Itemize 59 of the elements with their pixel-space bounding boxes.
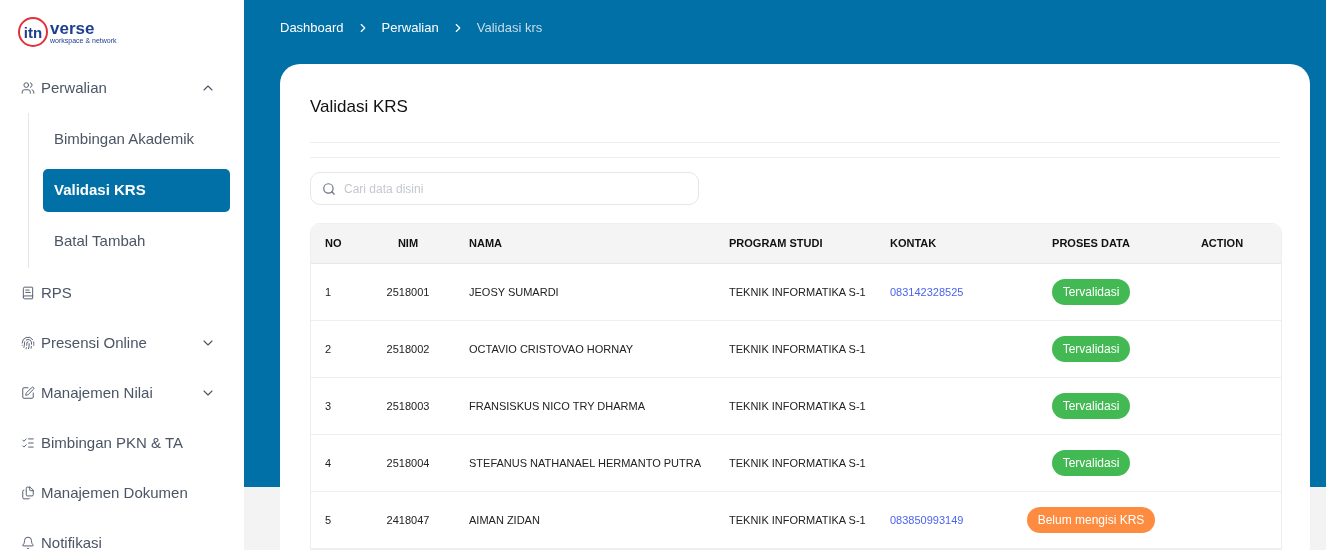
- logo-name: verse: [50, 20, 96, 37]
- table-cell-text: TEKNIK INFORMATIKA S-1: [729, 398, 867, 414]
- status-badge: Tervalidasi: [1051, 393, 1131, 419]
- edit-icon: [21, 386, 35, 400]
- table-cell-text: OCTAVIO CRISTOVAO HORNAY: [468, 341, 634, 357]
- sidebar-subitem[interactable]: Validasi KRS: [43, 169, 230, 212]
- search-icon: [322, 182, 336, 196]
- table-cell-text: 2418047: [385, 512, 431, 528]
- table-cell-text: 3: [324, 398, 333, 414]
- table-cell-text: STEFANUS NATHANAEL HERMANTO PUTRA: [468, 455, 703, 471]
- breadcrumb-link[interactable]: Validasi krs: [476, 17, 543, 38]
- book-icon: [21, 286, 35, 300]
- column-header: PROSES DATA: [1051, 236, 1131, 252]
- bell-icon: [21, 536, 35, 550]
- status-badge: Tervalidasi: [1051, 279, 1131, 305]
- logo-mark: itn: [18, 17, 48, 47]
- sidebar-item[interactable]: Manajemen Nilai: [0, 368, 244, 418]
- table-cell-text: TEKNIK INFORMATIKA S-1: [729, 455, 867, 471]
- table-cell-text: 4: [324, 455, 333, 471]
- table-cell-text: TEKNIK INFORMATIKA S-1: [729, 284, 867, 300]
- column-header: ACTION: [1199, 236, 1245, 252]
- documents-icon: [21, 486, 35, 500]
- column-header: NO: [324, 236, 343, 252]
- search-field[interactable]: Cari data disini: [310, 172, 699, 205]
- sidebar-item[interactable]: Perwalian: [0, 63, 244, 113]
- sidebar-item[interactable]: Presensi Online: [0, 318, 244, 368]
- sidebar-item[interactable]: Notifikasi: [0, 518, 244, 550]
- table-cell-text: JEOSY SUMARDI: [468, 284, 560, 300]
- table-cell-text: 5: [324, 512, 333, 528]
- checklist-icon: [21, 436, 35, 450]
- breadcrumb-link[interactable]: Dashboard: [280, 17, 344, 38]
- column-header: PROGRAM STUDI: [729, 236, 824, 252]
- phone-link[interactable]: 083850993149: [890, 513, 964, 526]
- sidebar-item[interactable]: Bimbingan PKN & TA: [0, 418, 244, 468]
- sidebar-subitem[interactable]: Bimbingan Akademik: [43, 118, 230, 161]
- status-badge: Tervalidasi: [1051, 336, 1131, 362]
- breadcrumb-link[interactable]: Perwalian: [381, 17, 439, 38]
- column-header: NAMA: [468, 236, 503, 252]
- table-cell-text: 2: [324, 341, 333, 357]
- phone-link[interactable]: 083142328525: [890, 285, 964, 298]
- sidebar-item[interactable]: RPS: [0, 268, 244, 318]
- users-icon: [21, 81, 35, 95]
- sidebar-subitem[interactable]: Batal Tambah: [43, 220, 230, 263]
- table-cell-text: TEKNIK INFORMATIKA S-1: [729, 512, 867, 528]
- table-cell-text: 2518004: [385, 455, 431, 471]
- status-badge: Tervalidasi: [1051, 450, 1131, 476]
- column-header: KONTAK: [890, 236, 938, 252]
- fingerprint-icon: [21, 336, 35, 350]
- column-header: NIM: [396, 236, 420, 252]
- table-cell-text: 2518002: [385, 341, 431, 357]
- table-cell-text: FRANSISKUS NICO TRY DHARMA: [468, 398, 647, 414]
- table-cell-text: TEKNIK INFORMATIKA S-1: [729, 341, 867, 357]
- table-cell-text: 2518001: [385, 284, 431, 300]
- table-cell-text: AIMAN ZIDAN: [468, 512, 541, 528]
- table-cell-text: 1: [324, 284, 333, 300]
- sidebar-item[interactable]: Manajemen Dokumen: [0, 468, 244, 518]
- table-cell-text: 2518003: [385, 398, 431, 414]
- page-title: Validasi KRS: [310, 96, 409, 118]
- status-badge: Belum mengisi KRS: [1026, 507, 1156, 533]
